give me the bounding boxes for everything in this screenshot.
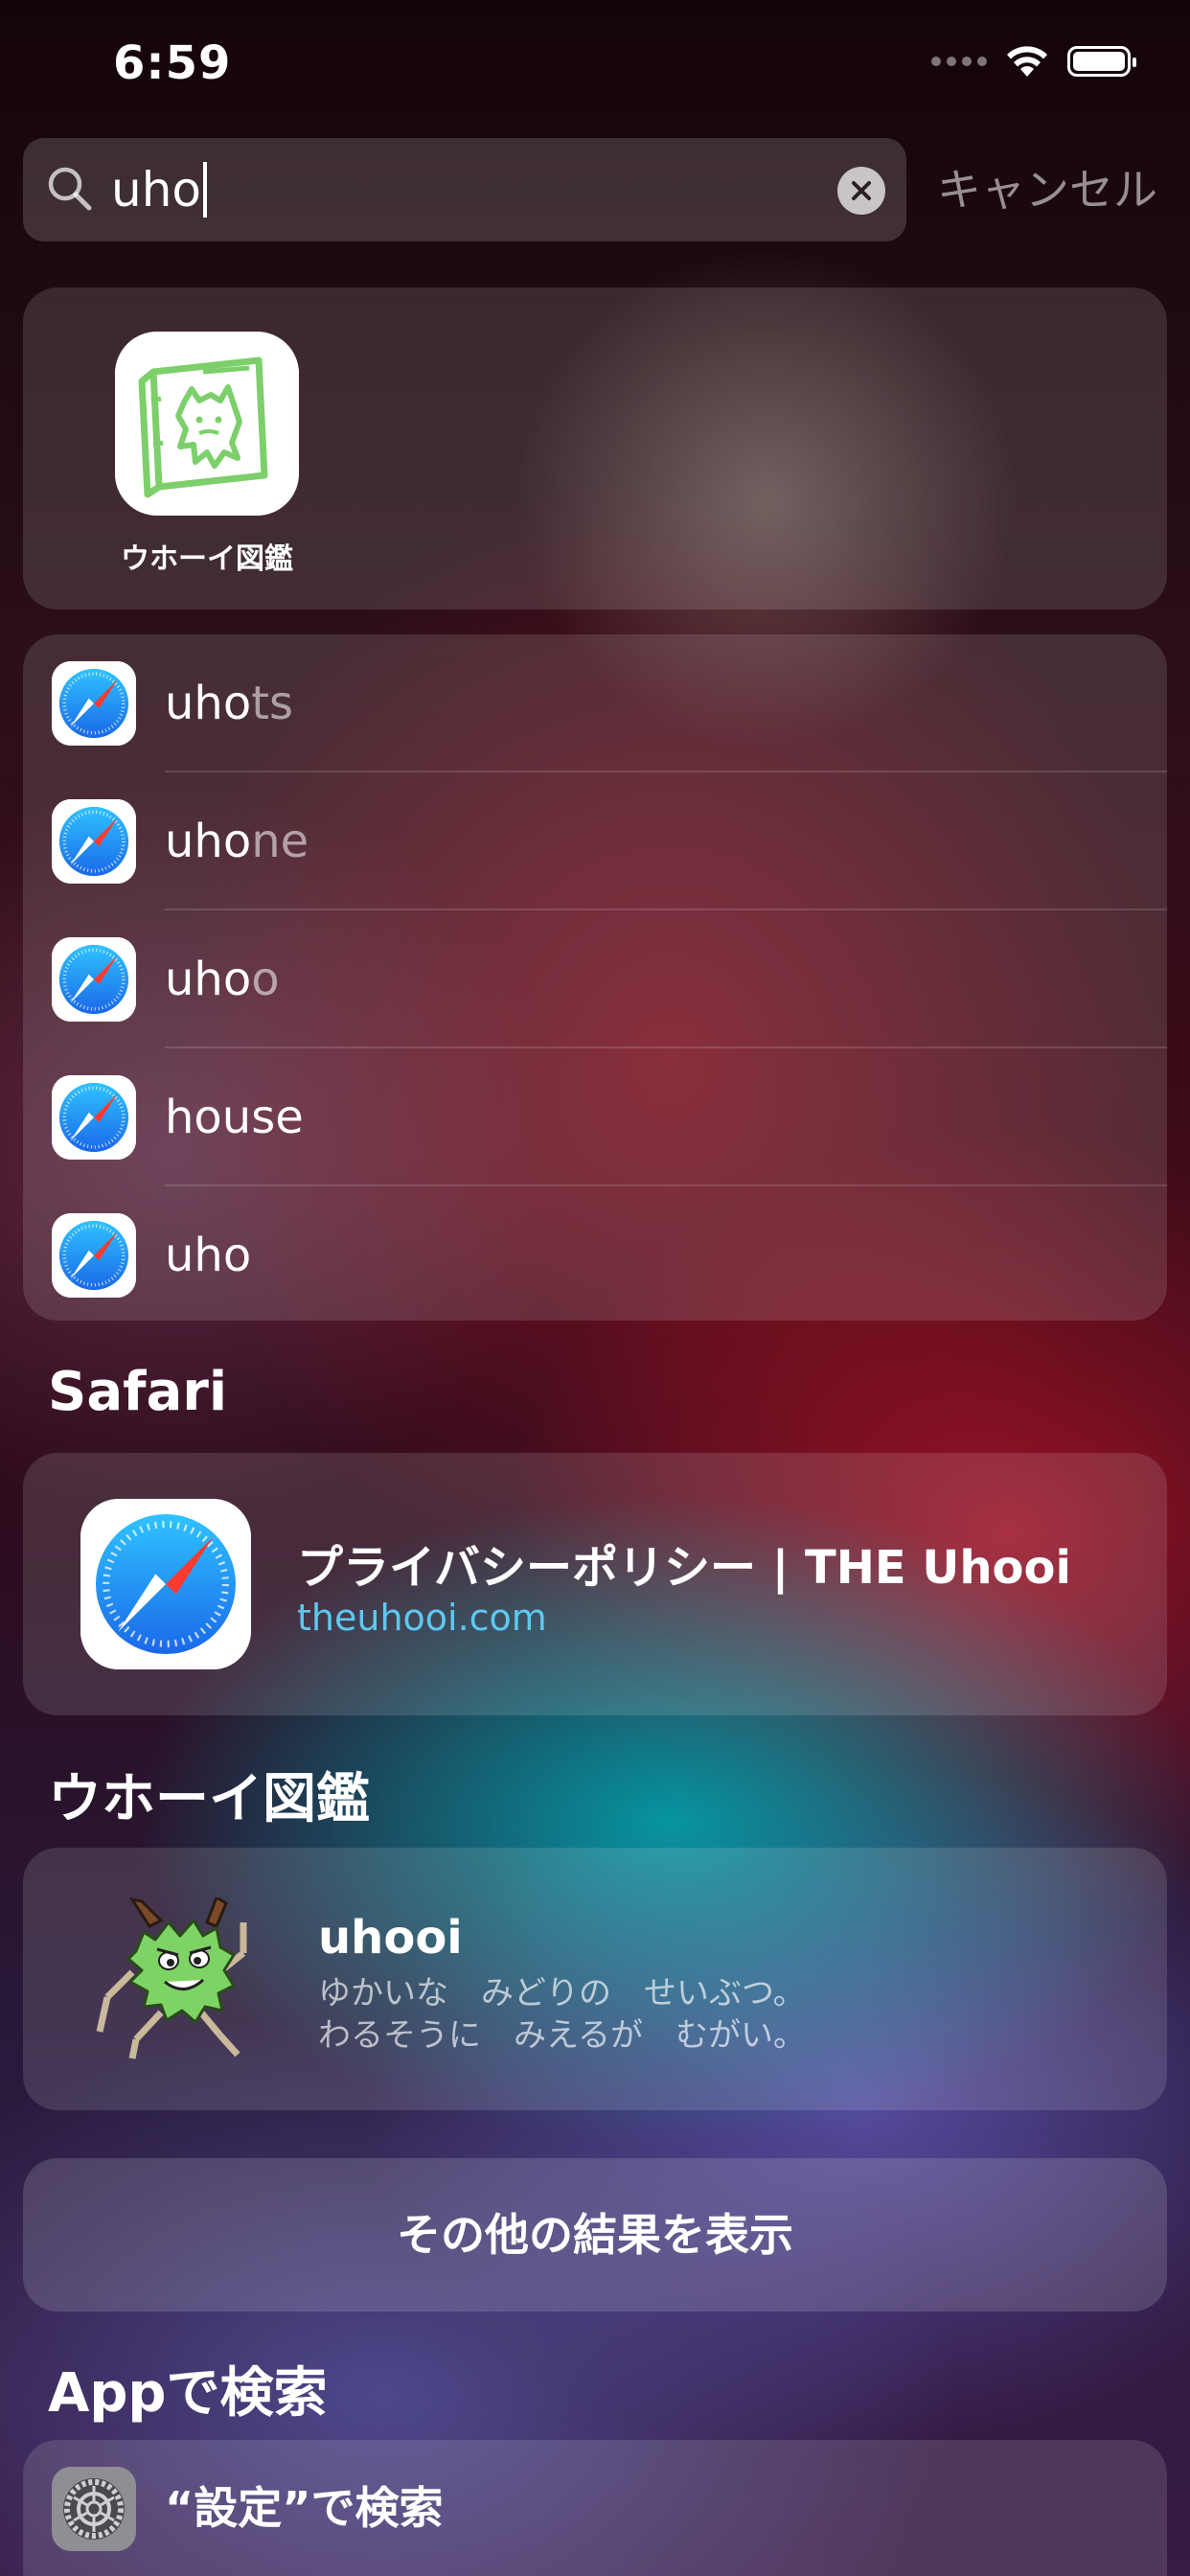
cellular-signal-icon	[931, 57, 987, 66]
safari-icon	[80, 1499, 251, 1669]
search-icon	[48, 167, 92, 211]
safari-result[interactable]: プライバシーポリシー | THE Uhooi theuhooi.com	[23, 1453, 1167, 1715]
search-in-apps-header: Appで検索	[48, 2362, 328, 2425]
safari-icon	[52, 799, 136, 884]
suggestion-text: uhots	[165, 677, 294, 730]
status-indicators	[931, 44, 1136, 79]
search-in-settings-item[interactable]: “設定”で検索	[23, 2440, 1167, 2576]
search-input[interactable]: uho	[111, 138, 207, 242]
uhooi-result[interactable]: uhooi ゆかいな みどりの せいぶつ。 わるそうに みえるが むがい。	[23, 1848, 1167, 2110]
suggestion-item[interactable]: uhoo	[23, 910, 1167, 1048]
result-title: プライバシーポリシー | THE Uhooi	[297, 1541, 1071, 1595]
suggestion-list: uhots uhone uhoo house uho	[23, 634, 1167, 1321]
search-query: uho	[111, 162, 201, 218]
suggestion-text: uho	[165, 1229, 252, 1282]
safari-icon	[52, 1213, 136, 1298]
top-hit-app[interactable]: ウホーイ図鑑	[92, 332, 322, 577]
status-bar: 6:59	[0, 0, 1190, 125]
safari-icon	[52, 1075, 136, 1160]
safari-icon	[52, 937, 136, 1022]
battery-icon	[1067, 46, 1136, 77]
uhooi-description-line-2: わるそうに みえるが むがい。	[318, 2016, 806, 2055]
uhooi-description-line-1: ゆかいな みどりの せいぶつ。	[318, 1974, 806, 2012]
clear-text-icon[interactable]	[837, 167, 885, 215]
suggestion-text: uhone	[165, 815, 309, 868]
uhooi-app-icon	[115, 332, 299, 516]
top-hit-card: ウホーイ図鑑	[23, 288, 1167, 610]
suggestion-item[interactable]: uhone	[23, 772, 1167, 910]
suggestion-text: uhoo	[165, 953, 280, 1006]
top-hit-app-name: ウホーイ図鑑	[121, 542, 293, 576]
uhooi-title: uhooi	[318, 1911, 463, 1965]
show-more-results-button[interactable]: その他の結果を表示	[23, 2158, 1167, 2312]
text-caret	[202, 161, 207, 218]
uhooi-monster-icon	[96, 1898, 247, 2059]
app-section-header: ウホーイ図鑑	[48, 1768, 370, 1830]
search-field[interactable]: uho	[23, 138, 906, 242]
result-url: theuhooi.com	[297, 1597, 547, 1639]
safari-icon	[52, 661, 136, 746]
settings-gear-icon	[52, 2467, 136, 2551]
suggestion-item[interactable]: house	[23, 1048, 1167, 1186]
suggestion-item[interactable]: uhots	[23, 634, 1167, 772]
wifi-icon	[1007, 46, 1047, 77]
search-in-settings-label: “設定”で検索	[165, 2482, 444, 2534]
suggestion-text: house	[165, 1091, 304, 1144]
cancel-button[interactable]: キャンセル	[937, 138, 1157, 242]
status-time: 6:59	[113, 36, 232, 90]
safari-section-header: Safari	[48, 1361, 228, 1423]
suggestion-item[interactable]: uho	[23, 1186, 1167, 1321]
